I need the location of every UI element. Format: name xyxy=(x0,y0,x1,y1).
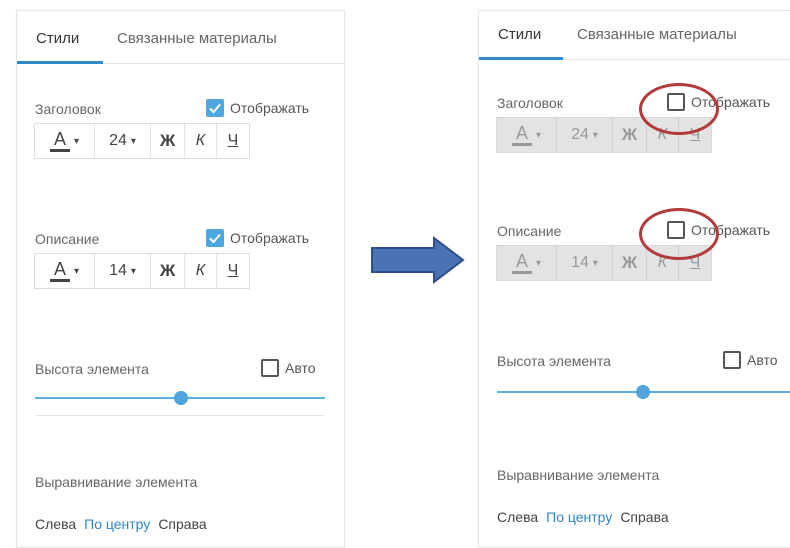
element-alignment-label: Выравнивание элемента xyxy=(497,467,660,483)
tab-styles[interactable]: Стили xyxy=(36,30,79,47)
element-height-label: Высота элемента xyxy=(497,353,611,369)
chevron-down-icon: ▾ xyxy=(535,129,542,141)
height-slider-thumb[interactable] xyxy=(636,385,650,399)
height-slider-thumb[interactable] xyxy=(174,391,188,405)
heading-color-button[interactable]: А ▾ xyxy=(35,124,95,158)
height-auto-label: Авто xyxy=(747,352,778,368)
heading-label: Заголовок xyxy=(35,101,101,117)
arrow-right-icon xyxy=(371,236,465,284)
description-show-label: Отображать xyxy=(230,230,310,246)
description-format-toolbar: А ▾ 14 ▾ Ж К Ч xyxy=(34,253,250,289)
align-center-option[interactable]: По центру xyxy=(84,516,150,532)
heading-italic-button[interactable]: К xyxy=(185,124,217,158)
chevron-down-icon: ▾ xyxy=(73,135,80,147)
alignment-options: Слева По центру Справа xyxy=(497,509,669,525)
align-right-option[interactable]: Справа xyxy=(620,509,668,525)
description-bold-button[interactable]: Ж xyxy=(151,254,185,288)
height-auto-checkbox[interactable] xyxy=(261,359,279,377)
height-auto-label: Авто xyxy=(285,360,316,376)
heading-show-checkbox[interactable] xyxy=(206,99,224,117)
description-label: Описание xyxy=(497,223,562,239)
font-color-icon: А xyxy=(515,123,528,143)
description-font-size-select: 14 ▾ xyxy=(557,246,613,280)
description-bold-button: Ж xyxy=(613,246,647,280)
heading-font-size-select[interactable]: 24 ▾ xyxy=(95,124,151,158)
align-left-option[interactable]: Слева xyxy=(35,516,76,532)
left-styles-panel: Стили Связанные материалы Заголовок Отоб… xyxy=(16,10,345,548)
description-font-size-select[interactable]: 14 ▾ xyxy=(95,254,151,288)
active-tab-indicator xyxy=(17,61,103,64)
description-show-toggle[interactable]: Отображать xyxy=(206,229,309,247)
description-font-size-value: 14 xyxy=(571,254,589,271)
description-underline-button[interactable]: Ч xyxy=(217,254,249,288)
heading-format-toolbar: А ▾ 24 ▾ Ж К Ч xyxy=(34,123,250,159)
heading-show-label: Отображать xyxy=(230,100,310,116)
font-color-icon: А xyxy=(53,259,66,279)
height-auto-checkbox[interactable] xyxy=(723,351,741,369)
chevron-down-icon: ▾ xyxy=(592,129,598,141)
height-auto-toggle[interactable]: Авто xyxy=(261,359,316,377)
description-label: Описание xyxy=(35,231,100,247)
font-color-icon: А xyxy=(53,129,66,149)
heading-underline-button[interactable]: Ч xyxy=(217,124,249,158)
heading-show-toggle[interactable]: Отображать xyxy=(206,99,309,117)
red-circle-highlight xyxy=(639,83,719,135)
alignment-options: Слева По центру Справа xyxy=(35,516,207,532)
right-styles-panel: Стили Связанные материалы Заголовок Отоб… xyxy=(478,10,790,548)
align-right-option[interactable]: Справа xyxy=(158,516,206,532)
tab-related-materials[interactable]: Связанные материалы xyxy=(117,30,277,47)
heading-font-size-value: 24 xyxy=(109,132,127,149)
heading-font-size-select: 24 ▾ xyxy=(557,118,613,152)
check-icon xyxy=(209,233,221,244)
chevron-down-icon: ▾ xyxy=(130,135,136,147)
description-color-button[interactable]: А ▾ xyxy=(35,254,95,288)
chevron-down-icon: ▾ xyxy=(535,257,542,269)
active-tab-indicator xyxy=(479,57,563,60)
align-left-option[interactable]: Слева xyxy=(497,509,538,525)
description-italic-button[interactable]: К xyxy=(185,254,217,288)
red-circle-highlight xyxy=(639,208,719,260)
heading-font-size-value: 24 xyxy=(571,126,589,143)
chevron-down-icon: ▾ xyxy=(592,257,598,269)
description-show-checkbox[interactable] xyxy=(206,229,224,247)
font-color-icon: А xyxy=(515,251,528,271)
heading-color-button: А ▾ xyxy=(497,118,557,152)
chevron-down-icon: ▾ xyxy=(130,265,136,277)
description-font-size-value: 14 xyxy=(109,262,127,279)
element-alignment-label: Выравнивание элемента xyxy=(35,474,198,490)
divider xyxy=(35,415,325,416)
description-color-button: А ▾ xyxy=(497,246,557,280)
align-center-option[interactable]: По центру xyxy=(546,509,612,525)
heading-bold-button[interactable]: Ж xyxy=(151,124,185,158)
tab-styles[interactable]: Стили xyxy=(498,26,541,43)
check-icon xyxy=(209,103,221,114)
chevron-down-icon: ▾ xyxy=(73,265,80,277)
tab-bar: Стили Связанные материалы xyxy=(479,11,790,60)
heading-bold-button: Ж xyxy=(613,118,647,152)
tab-related-materials[interactable]: Связанные материалы xyxy=(577,26,737,43)
heading-label: Заголовок xyxy=(497,95,563,111)
tab-bar: Стили Связанные материалы xyxy=(17,11,344,64)
height-auto-toggle[interactable]: Авто xyxy=(723,351,778,369)
element-height-label: Высота элемента xyxy=(35,361,149,377)
